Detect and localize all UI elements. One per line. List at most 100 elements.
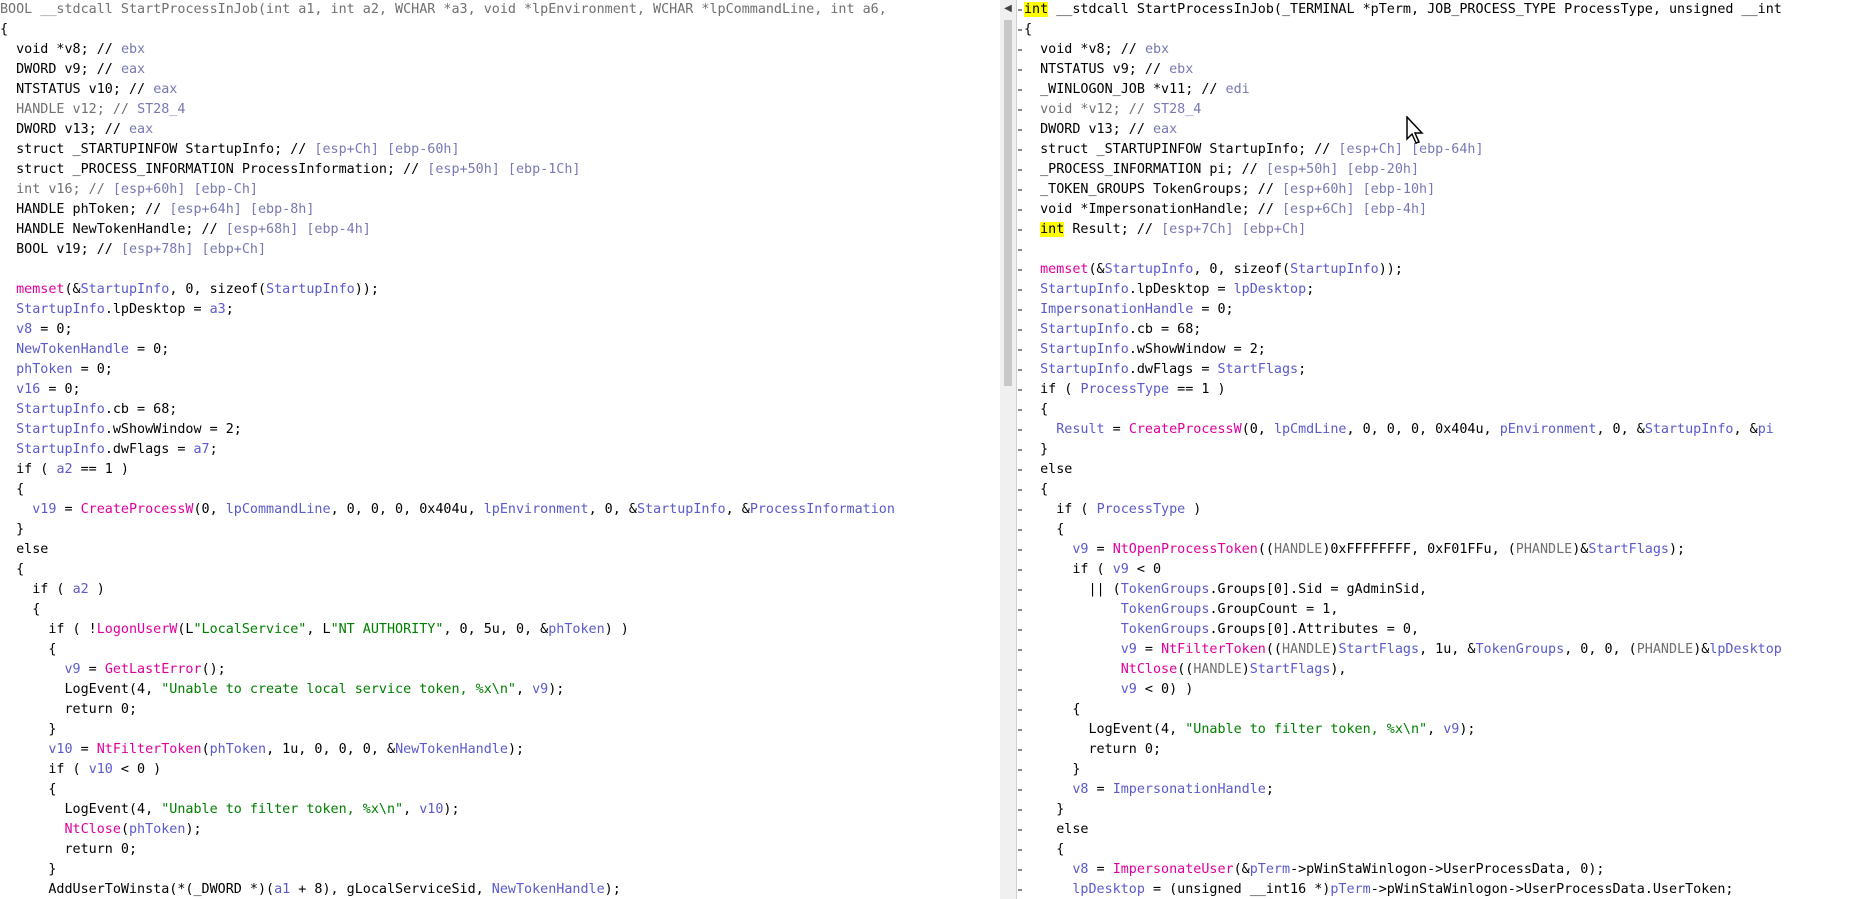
code-line[interactable]: StartupInfo.lpDesktop = a3; xyxy=(0,300,895,320)
code-line[interactable]: _WINLOGON_JOB *v11; // edi xyxy=(1024,80,1782,100)
code-line[interactable]: || (TokenGroups.Groups[0].Sid = gAdminSi… xyxy=(1024,580,1782,600)
code-token: ; xyxy=(209,442,218,457)
code-line[interactable]: AddUserToWinsta(*(_DWORD *)(a1 + 8), gLo… xyxy=(0,880,895,899)
code-line[interactable]: v9 = NtFilterToken((HANDLE)StartFlags, 1… xyxy=(1024,640,1782,660)
code-line[interactable]: else xyxy=(1024,460,1782,480)
code-line[interactable]: struct _STARTUPINFOW StartupInfo; // [es… xyxy=(0,140,895,160)
code-line[interactable]: v8 = ImpersonateUser(&pTerm->pWinStaWinl… xyxy=(1024,860,1782,880)
code-line[interactable]: void *v12; // ST28_4 xyxy=(1024,100,1782,120)
code-line[interactable]: { xyxy=(1024,520,1782,540)
code-line[interactable]: void *v8; // ebx xyxy=(0,40,895,60)
code-line[interactable] xyxy=(0,260,895,280)
code-line[interactable]: StartupInfo.wShowWindow = 2; xyxy=(1024,340,1782,360)
code-line[interactable]: StartupInfo.cb = 68; xyxy=(1024,320,1782,340)
code-line[interactable]: NTSTATUS v10; // eax xyxy=(0,80,895,100)
code-line[interactable]: NtClose((HANDLE)StartFlags), xyxy=(1024,660,1782,680)
code-line[interactable]: memset(&StartupInfo, 0, sizeof(StartupIn… xyxy=(1024,260,1782,280)
code-line[interactable]: { xyxy=(0,780,895,800)
code-line[interactable]: } xyxy=(1024,760,1782,780)
code-line[interactable]: { xyxy=(1024,840,1782,860)
code-line[interactable]: DWORD v9; // eax xyxy=(0,60,895,80)
code-line[interactable]: _PROCESS_INFORMATION pi; // [esp+50h] [e… xyxy=(1024,160,1782,180)
code-line[interactable]: { xyxy=(0,480,895,500)
code-line[interactable]: struct _PROCESS_INFORMATION ProcessInfor… xyxy=(0,160,895,180)
code-token: = xyxy=(1088,782,1113,797)
scroll-arrow-icon[interactable]: ◀ xyxy=(1000,0,1016,18)
code-line[interactable]: v8 = ImpersonationHandle; xyxy=(1024,780,1782,800)
code-line[interactable]: NewTokenHandle = 0; xyxy=(0,340,895,360)
code-token: = xyxy=(1136,642,1162,657)
code-line[interactable]: void *ImpersonationHandle; // [esp+6Ch] … xyxy=(1024,200,1782,220)
code-line[interactable]: StartupInfo.dwFlags = a7; xyxy=(0,440,895,460)
code-line[interactable]: int Result; // [esp+7Ch] [ebp+Ch] xyxy=(1024,220,1782,240)
code-line[interactable]: v9 = NtOpenProcessToken((HANDLE)0xFFFFFF… xyxy=(1024,540,1782,560)
code-line[interactable]: HANDLE v12; // ST28_4 xyxy=(0,100,895,120)
code-line[interactable]: DWORD v13; // eax xyxy=(0,120,895,140)
code-line[interactable]: if ( !LogonUserW(L"LocalService", L"NT A… xyxy=(0,620,895,640)
code-line[interactable]: if ( a2 == 1 ) xyxy=(0,460,895,480)
code-line[interactable]: StartupInfo.dwFlags = StartFlags; xyxy=(1024,360,1782,380)
code-token: ImpersonateUser xyxy=(1112,862,1234,877)
code-line[interactable]: { xyxy=(0,560,895,580)
code-line[interactable]: Result = CreateProcessW(0, lpCmdLine, 0,… xyxy=(1024,420,1782,440)
code-line[interactable] xyxy=(1024,240,1782,260)
code-line[interactable]: LogEvent(4, "Unable to create local serv… xyxy=(0,680,895,700)
code-line[interactable]: v16 = 0; xyxy=(0,380,895,400)
right-pseudocode-pane[interactable]: int __stdcall StartProcessInJob(_TERMINA… xyxy=(1024,0,1869,899)
code-line[interactable]: if ( a2 ) xyxy=(0,580,895,600)
code-line[interactable]: if ( ProcessType == 1 ) xyxy=(1024,380,1782,400)
code-line[interactable]: else xyxy=(1024,820,1782,840)
code-line[interactable]: v8 = 0; xyxy=(0,320,895,340)
code-line[interactable]: phToken = 0; xyxy=(0,360,895,380)
code-line[interactable]: ImpersonationHandle = 0; xyxy=(1024,300,1782,320)
code-line[interactable]: HANDLE NewTokenHandle; // [esp+68h] [ebp… xyxy=(0,220,895,240)
scrollbar-thumb[interactable] xyxy=(1004,20,1012,386)
code-line[interactable]: HANDLE phToken; // [esp+64h] [ebp-8h] xyxy=(0,200,895,220)
code-line[interactable]: return 0; xyxy=(1024,740,1782,760)
code-line[interactable]: StartupInfo.lpDesktop = lpDesktop; xyxy=(1024,280,1782,300)
code-line[interactable]: _TOKEN_GROUPS TokenGroups; // [esp+60h] … xyxy=(1024,180,1782,200)
line-marker xyxy=(1018,669,1022,671)
code-line[interactable]: DWORD v13; // eax xyxy=(1024,120,1782,140)
code-line[interactable]: memset(&StartupInfo, 0, sizeof(StartupIn… xyxy=(0,280,895,300)
code-line[interactable]: { xyxy=(1024,700,1782,720)
code-line[interactable]: v9 < 0) ) xyxy=(1024,680,1782,700)
left-pseudocode-pane[interactable]: BOOL __stdcall StartProcessInJob(int a1,… xyxy=(0,0,1000,899)
code-line[interactable]: if ( v10 < 0 ) xyxy=(0,760,895,780)
code-line[interactable]: lpDesktop = (unsigned __int16 *)pTerm->p… xyxy=(1024,880,1782,899)
code-line[interactable]: v9 = GetLastError(); xyxy=(0,660,895,680)
code-line[interactable]: return 0; xyxy=(0,840,895,860)
code-line[interactable]: if ( ProcessType ) xyxy=(1024,500,1782,520)
code-line[interactable]: StartupInfo.cb = 68; xyxy=(0,400,895,420)
code-line[interactable]: if ( v9 < 0 xyxy=(1024,560,1782,580)
code-line[interactable]: { xyxy=(1024,480,1782,500)
code-line[interactable]: { xyxy=(1024,400,1782,420)
code-line[interactable]: { xyxy=(0,640,895,660)
code-line[interactable]: TokenGroups.GroupCount = 1, xyxy=(1024,600,1782,620)
code-line[interactable]: int v16; // [esp+60h] [ebp-Ch] xyxy=(0,180,895,200)
code-line[interactable]: NtClose(phToken); xyxy=(0,820,895,840)
code-line[interactable]: } xyxy=(0,860,895,880)
code-line[interactable]: NTSTATUS v9; // ebx xyxy=(1024,60,1782,80)
code-line[interactable]: { xyxy=(0,600,895,620)
code-line[interactable]: int __stdcall StartProcessInJob(_TERMINA… xyxy=(1024,0,1782,20)
code-line[interactable]: { xyxy=(1024,20,1782,40)
left-pane-scrollbar[interactable]: ◀ xyxy=(1000,0,1016,899)
code-line[interactable]: v19 = CreateProcessW(0, lpCommandLine, 0… xyxy=(0,500,895,520)
code-line[interactable]: } xyxy=(0,720,895,740)
code-line[interactable]: BOOL __stdcall StartProcessInJob(int a1,… xyxy=(0,0,895,20)
code-line[interactable]: struct _STARTUPINFOW StartupInfo; // [es… xyxy=(1024,140,1782,160)
code-line[interactable]: { xyxy=(0,20,895,40)
code-line[interactable]: BOOL v19; // [esp+78h] [ebp+Ch] xyxy=(0,240,895,260)
code-line[interactable]: void *v8; // ebx xyxy=(1024,40,1782,60)
code-line[interactable]: else xyxy=(0,540,895,560)
code-line[interactable]: } xyxy=(1024,440,1782,460)
code-line[interactable]: TokenGroups.Groups[0].Attributes = 0, xyxy=(1024,620,1782,640)
code-line[interactable]: return 0; xyxy=(0,700,895,720)
code-line[interactable]: LogEvent(4, "Unable to filter token, %x\… xyxy=(0,800,895,820)
code-line[interactable]: } xyxy=(0,520,895,540)
code-line[interactable]: LogEvent(4, "Unable to filter token, %x\… xyxy=(1024,720,1782,740)
code-line[interactable]: v10 = NtFilterToken(phToken, 1u, 0, 0, 0… xyxy=(0,740,895,760)
code-line[interactable]: StartupInfo.wShowWindow = 2; xyxy=(0,420,895,440)
code-line[interactable]: } xyxy=(1024,800,1782,820)
